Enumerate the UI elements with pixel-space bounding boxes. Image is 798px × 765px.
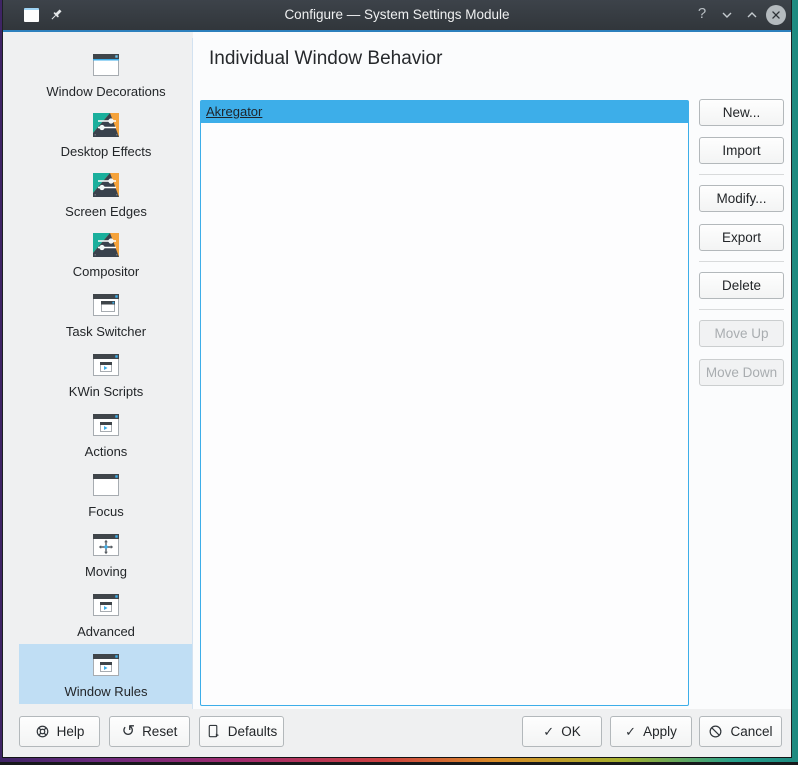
export-button[interactable]: Export bbox=[699, 224, 784, 251]
reset-button[interactable]: ↺ Reset bbox=[109, 716, 190, 747]
settings-dialog: Configure — System Settings Module ? Win… bbox=[2, 0, 792, 758]
focus-icon bbox=[90, 469, 122, 501]
module-sidebar: Window Decorations Desktop Effects Scree… bbox=[3, 32, 193, 709]
content-pane: Individual Window Behavior Akregator New… bbox=[193, 32, 791, 709]
button-group-separator bbox=[699, 261, 784, 262]
sidebar-item-label: Screen Edges bbox=[65, 204, 147, 219]
check-icon: ✓ bbox=[543, 725, 554, 738]
titlebar[interactable]: Configure — System Settings Module ? bbox=[3, 0, 791, 30]
sidebar-item-label: Advanced bbox=[77, 624, 135, 639]
sidebar-item-desktop-effects[interactable]: Desktop Effects bbox=[19, 104, 193, 164]
sidebar-item-moving[interactable]: Moving bbox=[19, 524, 193, 584]
sidebar-item-label: Task Switcher bbox=[66, 324, 146, 339]
sidebar-item-focus[interactable]: Focus bbox=[19, 464, 193, 524]
sidebar-item-label: Moving bbox=[85, 564, 127, 579]
sidebar-item-window-rules[interactable]: Window Rules bbox=[19, 644, 193, 704]
check-icon: ✓ bbox=[625, 725, 636, 738]
sidebar-item-kwin-scripts[interactable]: KWin Scripts bbox=[19, 344, 193, 404]
document-revert-icon bbox=[206, 724, 221, 739]
rule-list-item[interactable]: Akregator bbox=[201, 101, 688, 123]
help-icon bbox=[35, 724, 50, 739]
import-button[interactable]: Import bbox=[699, 137, 784, 164]
move-down-button: Move Down bbox=[699, 359, 784, 386]
sidebar-item-window-decorations[interactable]: Window Decorations bbox=[19, 44, 193, 104]
sidebar-item-advanced[interactable]: Advanced bbox=[19, 584, 193, 644]
task-switcher-icon bbox=[90, 289, 122, 321]
delete-button[interactable]: Delete bbox=[699, 272, 784, 299]
modify-button[interactable]: Modify... bbox=[699, 185, 784, 212]
button-group-separator bbox=[699, 309, 784, 310]
sidebar-item-label: Window Rules bbox=[64, 684, 147, 699]
advanced-icon bbox=[90, 589, 122, 621]
sidebar-item-actions[interactable]: Actions bbox=[19, 404, 193, 464]
minimize-button[interactable] bbox=[719, 7, 735, 23]
cancel-button[interactable]: Cancel bbox=[699, 716, 782, 747]
titlebar-help-button[interactable]: ? bbox=[694, 6, 710, 22]
help-button[interactable]: Help bbox=[19, 716, 100, 747]
ok-button[interactable]: ✓ OK bbox=[522, 716, 602, 747]
main-area: Window Decorations Desktop Effects Scree… bbox=[3, 32, 791, 709]
move-up-button: Move Up bbox=[699, 320, 784, 347]
window-rules-icon bbox=[90, 649, 122, 681]
window-title: Configure — System Settings Module bbox=[3, 0, 791, 30]
window-decorations-icon bbox=[90, 49, 122, 81]
moving-icon bbox=[90, 529, 122, 561]
page-title: Individual Window Behavior bbox=[209, 48, 442, 70]
defaults-button[interactable]: Defaults bbox=[199, 716, 284, 747]
window-rules-list[interactable]: Akregator bbox=[200, 100, 689, 706]
sidebar-item-label: Focus bbox=[88, 504, 123, 519]
sidebar-item-screen-edges[interactable]: Screen Edges bbox=[19, 164, 193, 224]
close-button[interactable] bbox=[766, 5, 786, 25]
button-group-separator bbox=[699, 174, 784, 175]
screen-edges-icon bbox=[90, 169, 122, 201]
undo-icon: ↺ bbox=[122, 724, 135, 740]
apply-button[interactable]: ✓ Apply bbox=[610, 716, 692, 747]
maximize-button[interactable] bbox=[744, 7, 760, 23]
actions-icon bbox=[90, 409, 122, 441]
sidebar-item-label: Actions bbox=[85, 444, 128, 459]
sidebar-item-task-switcher[interactable]: Task Switcher bbox=[19, 284, 193, 344]
sidebar-item-compositor[interactable]: Compositor bbox=[19, 224, 193, 284]
module-list: Window Decorations Desktop Effects Scree… bbox=[3, 44, 193, 704]
sidebar-item-label: Compositor bbox=[73, 264, 139, 279]
sidebar-item-label: KWin Scripts bbox=[69, 384, 143, 399]
desktop-effects-icon bbox=[90, 109, 122, 141]
sidebar-item-label: Window Decorations bbox=[46, 84, 165, 99]
compositor-icon bbox=[90, 229, 122, 261]
dialog-footer: Help ↺ Reset Defaults ✓ OK ✓ Apply Cance… bbox=[3, 709, 791, 757]
cancel-icon bbox=[708, 724, 723, 739]
kwin-scripts-icon bbox=[90, 349, 122, 381]
sidebar-item-label: Desktop Effects bbox=[61, 144, 152, 159]
new-button[interactable]: New... bbox=[699, 99, 784, 126]
